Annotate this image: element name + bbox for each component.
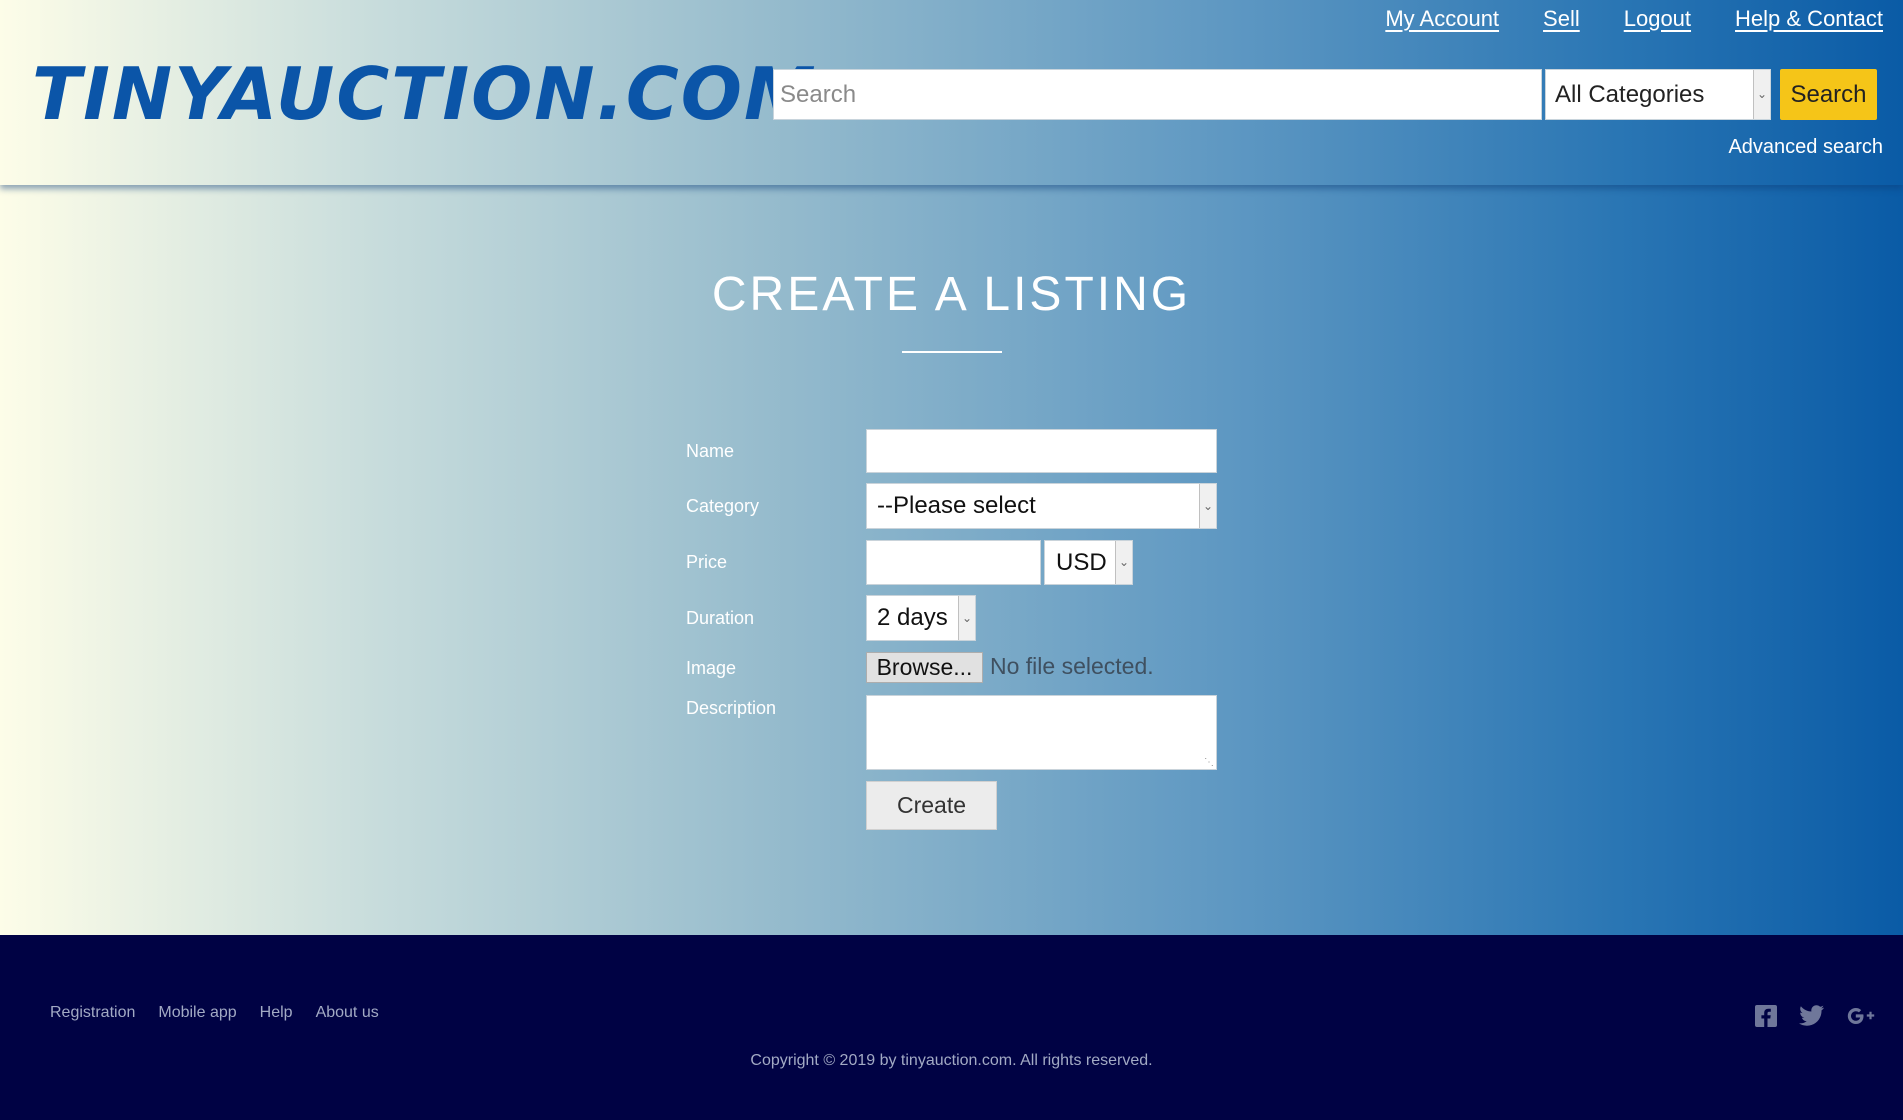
google-plus-icon[interactable]: [1847, 1005, 1875, 1032]
footer-links: Registration Mobile app Help About us: [50, 1004, 379, 1022]
duration-select-value: 2 days: [877, 604, 948, 631]
browse-file-button[interactable]: Browse...: [866, 652, 983, 683]
twitter-icon[interactable]: [1799, 1005, 1825, 1032]
footer-registration-link[interactable]: Registration: [50, 1004, 135, 1022]
chevron-down-icon: ⌄: [958, 596, 975, 640]
main-content: CREATE A LISTING Name Category --Please …: [0, 185, 1903, 935]
nav-help-contact-link[interactable]: Help & Contact: [1735, 6, 1883, 32]
copyright-text: Copyright © 2019 by tinyauction.com. All…: [750, 1052, 1153, 1069]
chevron-down-icon: ⌄: [1753, 70, 1770, 119]
chevron-down-icon: ⌄: [1115, 541, 1132, 584]
advanced-search-link[interactable]: Advanced search: [1728, 136, 1883, 159]
footer-help-link[interactable]: Help: [260, 1004, 293, 1022]
nav-sell-link[interactable]: Sell: [1543, 6, 1580, 32]
category-select[interactable]: --Please select ⌄: [866, 483, 1217, 529]
currency-select[interactable]: USD ⌄: [1044, 540, 1133, 585]
footer-mobile-app-link[interactable]: Mobile app: [158, 1004, 236, 1022]
name-field[interactable]: [866, 429, 1217, 473]
title-divider: [902, 351, 1002, 353]
search-button[interactable]: Search: [1780, 69, 1877, 120]
category-filter-select[interactable]: All Categories ⌄: [1545, 69, 1771, 120]
nav-my-account-link[interactable]: My Account: [1385, 6, 1499, 32]
description-textarea[interactable]: ⋱: [866, 695, 1217, 770]
description-label: Description: [686, 698, 777, 718]
site-header: TINYAUCTION.COM My Account Sell Logout H…: [0, 0, 1903, 185]
facebook-icon[interactable]: [1755, 1005, 1777, 1032]
top-nav: My Account Sell Logout Help & Contact: [1385, 6, 1883, 32]
chevron-down-icon: ⌄: [1199, 484, 1216, 528]
site-logo[interactable]: TINYAUCTION.COM: [32, 52, 818, 136]
nav-logout-link[interactable]: Logout: [1624, 6, 1691, 32]
price-field[interactable]: [866, 540, 1041, 585]
footer-about-us-link[interactable]: About us: [316, 1004, 379, 1022]
category-label: Category: [686, 496, 760, 516]
duration-label: Duration: [686, 608, 755, 628]
image-label: Image: [686, 658, 737, 678]
price-label: Price: [686, 552, 728, 572]
category-filter-value: All Categories: [1555, 81, 1705, 108]
site-footer: Registration Mobile app Help About us Co…: [0, 935, 1903, 1120]
file-status-text: No file selected.: [990, 653, 1154, 679]
page-title: CREATE A LISTING: [711, 268, 1192, 321]
currency-select-value: USD: [1056, 549, 1107, 576]
search-input[interactable]: [773, 69, 1542, 120]
resize-grip-icon[interactable]: ⋱: [1204, 758, 1214, 768]
category-select-value: --Please select: [877, 492, 1036, 519]
social-links: [1755, 1005, 1875, 1032]
name-label: Name: [686, 441, 735, 461]
duration-select[interactable]: 2 days ⌄: [866, 595, 976, 641]
create-button[interactable]: Create: [866, 781, 997, 830]
